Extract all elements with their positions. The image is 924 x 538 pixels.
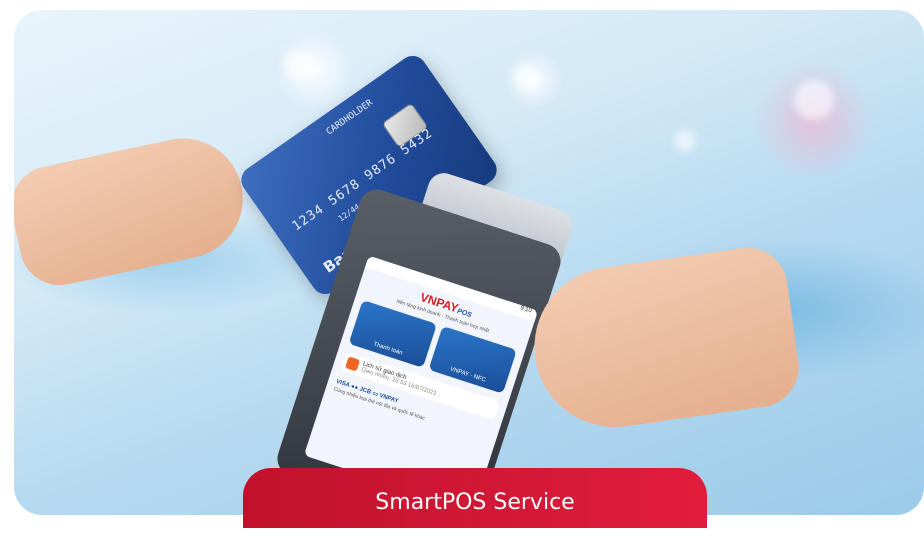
history-icon: [344, 356, 361, 372]
bokeh-light: [674, 130, 696, 152]
bokeh-light: [794, 80, 834, 120]
smartpos-service-button[interactable]: SmartPOS Service: [243, 468, 707, 528]
hero-image: 1234 5678 9876 5432 CARDHOLDER 12/44 Ban…: [14, 10, 924, 515]
bokeh-light: [284, 50, 314, 80]
pay-tile-label: Thanh toán: [372, 341, 404, 357]
bokeh-light: [514, 65, 540, 91]
qr-tile-label: VNPAY · NFC: [449, 366, 487, 384]
brand-sub: POS: [456, 307, 473, 320]
